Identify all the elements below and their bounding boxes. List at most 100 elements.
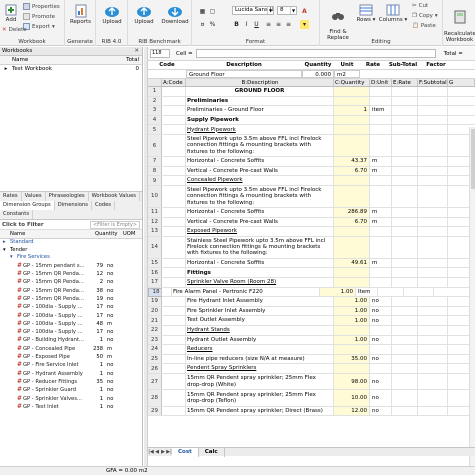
section-quantity[interactable]: 0.000	[302, 70, 334, 78]
percent-icon[interactable]: %	[208, 20, 217, 29]
cell-rate[interactable]	[392, 185, 418, 207]
cell-code[interactable]	[162, 87, 186, 96]
cell-rate[interactable]	[392, 106, 418, 115]
dimension-item[interactable]: # GP - 100dia - Supply ... 17 no	[0, 303, 142, 311]
row-number[interactable]: 1	[148, 87, 162, 96]
row-number[interactable]: 12	[148, 217, 162, 227]
font-family-select[interactable]: Lucida Sans Unicode▼	[232, 6, 274, 15]
collapse-icon[interactable]: ▾	[10, 254, 17, 262]
cell-subtotal[interactable]	[418, 115, 448, 125]
col-header-c[interactable]: C:Quantity	[334, 79, 370, 86]
cell-unit[interactable]	[370, 277, 392, 287]
cell-rate[interactable]	[392, 227, 418, 236]
dimension-item[interactable]: # GP - 15mm QR Penda... 12 no	[0, 270, 142, 278]
table-row[interactable]: 1 GROUND FLOOR	[148, 87, 475, 97]
cell-unit[interactable]: no	[370, 297, 392, 306]
dimension-item[interactable]: # GP - 15mm pendant s... 79 no	[0, 262, 142, 270]
cell-subtotal[interactable]	[418, 335, 448, 345]
row-number[interactable]: 19	[148, 297, 162, 306]
cell-quantity[interactable]: 1	[334, 106, 370, 115]
cell-g[interactable]	[448, 87, 475, 96]
row-number[interactable]: 3	[148, 106, 162, 115]
column-total[interactable]: Total	[110, 56, 141, 64]
dimension-item[interactable]: # GP - Exposed Pipe 50 m	[0, 353, 142, 361]
row-number[interactable]: 25	[148, 354, 162, 364]
tab-calc[interactable]: Calc	[199, 447, 225, 457]
table-row[interactable]: 27 15mm QR Pendent spray sprinkler; 25mm …	[148, 373, 475, 391]
cell-g[interactable]	[448, 116, 475, 125]
cell-g[interactable]	[448, 106, 475, 115]
cell-quantity[interactable]	[334, 345, 370, 354]
cell-rate[interactable]	[392, 125, 418, 134]
cell-unit[interactable]: no	[370, 406, 392, 416]
cell-subtotal[interactable]	[418, 125, 448, 134]
reports-button[interactable]: Reports	[67, 4, 94, 25]
cell-unit[interactable]	[370, 115, 392, 125]
cell-quantity[interactable]	[334, 134, 370, 157]
cell-quantity[interactable]: 35.00	[334, 354, 370, 364]
row-number[interactable]: 9	[148, 176, 162, 185]
dimension-item[interactable]: # GP - Sprinkler Guard 1 no	[0, 386, 142, 394]
cell-rate[interactable]	[392, 115, 418, 125]
cell-description[interactable]: 15mm QR Pendent spray sprinkler; Direct …	[186, 406, 334, 416]
cell-code[interactable]	[162, 258, 186, 268]
cell-rate[interactable]	[392, 166, 418, 176]
bold-icon[interactable]: B	[232, 20, 241, 29]
cell-subtotal[interactable]	[418, 166, 448, 176]
cell-unit[interactable]	[370, 185, 392, 207]
table-row[interactable]: 24 Reducers	[148, 345, 475, 355]
table-row[interactable]: 14 Stainless Steel Pipework upto 3.5m abo…	[148, 236, 475, 259]
table-row[interactable]: 2 Preliminaries	[148, 96, 475, 107]
row-number[interactable]: 2	[148, 96, 162, 106]
table-row[interactable]: 4 Supply Pipework	[148, 115, 475, 126]
row-number[interactable]: 13	[148, 227, 162, 236]
cell-rate[interactable]	[392, 390, 418, 406]
dimension-item[interactable]: # GP - 100dia - Supply ... 17 no	[0, 328, 142, 336]
cell-code[interactable]	[162, 227, 186, 236]
cell-subtotal[interactable]	[418, 176, 448, 185]
row-number[interactable]: 18	[148, 287, 162, 297]
cell-description[interactable]: Vertical - Concrete Pre-cast Walls	[186, 166, 334, 176]
column-uom[interactable]: UOM	[123, 230, 141, 238]
cell-unit[interactable]: no	[370, 306, 392, 316]
cell-unit[interactable]	[370, 325, 392, 335]
table-row[interactable]: 23 Hydrant Outlet Assembly 1.00 no	[148, 335, 475, 346]
cell-code[interactable]	[162, 176, 186, 185]
table-row[interactable]: 18 Fire Alarm Panel - Pertronic F220 1.00 I…	[148, 287, 475, 298]
row-number[interactable]: 16	[148, 268, 162, 277]
cell-description[interactable]: Preliminaries - Ground Floor	[186, 106, 334, 115]
cell-code[interactable]	[162, 345, 186, 354]
tab-phraseologies[interactable]: Phraseologies	[46, 192, 89, 201]
cell-description[interactable]: Hydrant Pipework	[186, 125, 334, 134]
cell-code[interactable]	[162, 106, 186, 115]
dimension-item[interactable]: # GP - Reducer Fittings 35 no	[0, 378, 142, 386]
table-row[interactable]: 28 15mm QR Pendent spray sprinkler; 25mm …	[148, 390, 475, 407]
export-button[interactable]: Export ▾	[23, 23, 55, 30]
cell-description[interactable]: 15mm QR Pendent spray sprinkler; 25mm Fl…	[186, 390, 334, 406]
dimension-item[interactable]: # GP - 100dia - Supply ... 48 m	[0, 320, 142, 328]
cell-subtotal[interactable]	[418, 96, 448, 106]
cell-rate[interactable]	[392, 96, 418, 106]
dimension-item[interactable]: # GP - Fire Service Inlet 1 no	[0, 361, 142, 369]
cell-description[interactable]: Test Outlet Assembly	[186, 316, 334, 325]
cell-subtotal[interactable]	[418, 87, 448, 96]
row-number[interactable]: 4	[148, 115, 162, 125]
dimension-item[interactable]: # GP - Sprinkler Valves... 1 no	[0, 395, 142, 403]
cell-description[interactable]: In-line pipe reducers (size N/A at measu…	[186, 354, 334, 364]
table-row[interactable]: 15 Horizontal - Concrete Soffits 49.61 m	[148, 258, 475, 269]
cell-unit[interactable]: m	[370, 157, 392, 166]
cell-quantity[interactable]: 286.89	[334, 207, 370, 217]
col-header-b[interactable]: B:Description	[186, 79, 334, 86]
cell-unit[interactable]	[370, 236, 392, 258]
cell-subtotal[interactable]	[418, 106, 448, 115]
cell-description[interactable]: Exposed Pipework	[186, 227, 334, 236]
cell-unit[interactable]: m	[370, 207, 392, 217]
scroll-thumb[interactable]	[471, 129, 475, 189]
table-row[interactable]: 13 Exposed Pipework	[148, 227, 475, 237]
cell-subtotal[interactable]	[418, 297, 448, 306]
cell-code[interactable]	[162, 306, 186, 316]
table-row[interactable]: 11 Horizontal - Concrete Soffits 286.89 m	[148, 207, 475, 218]
column-quantity[interactable]: Quantity	[95, 230, 123, 238]
collapse-icon[interactable]: ▾	[3, 247, 10, 255]
cell-unit[interactable]: no	[370, 390, 392, 406]
